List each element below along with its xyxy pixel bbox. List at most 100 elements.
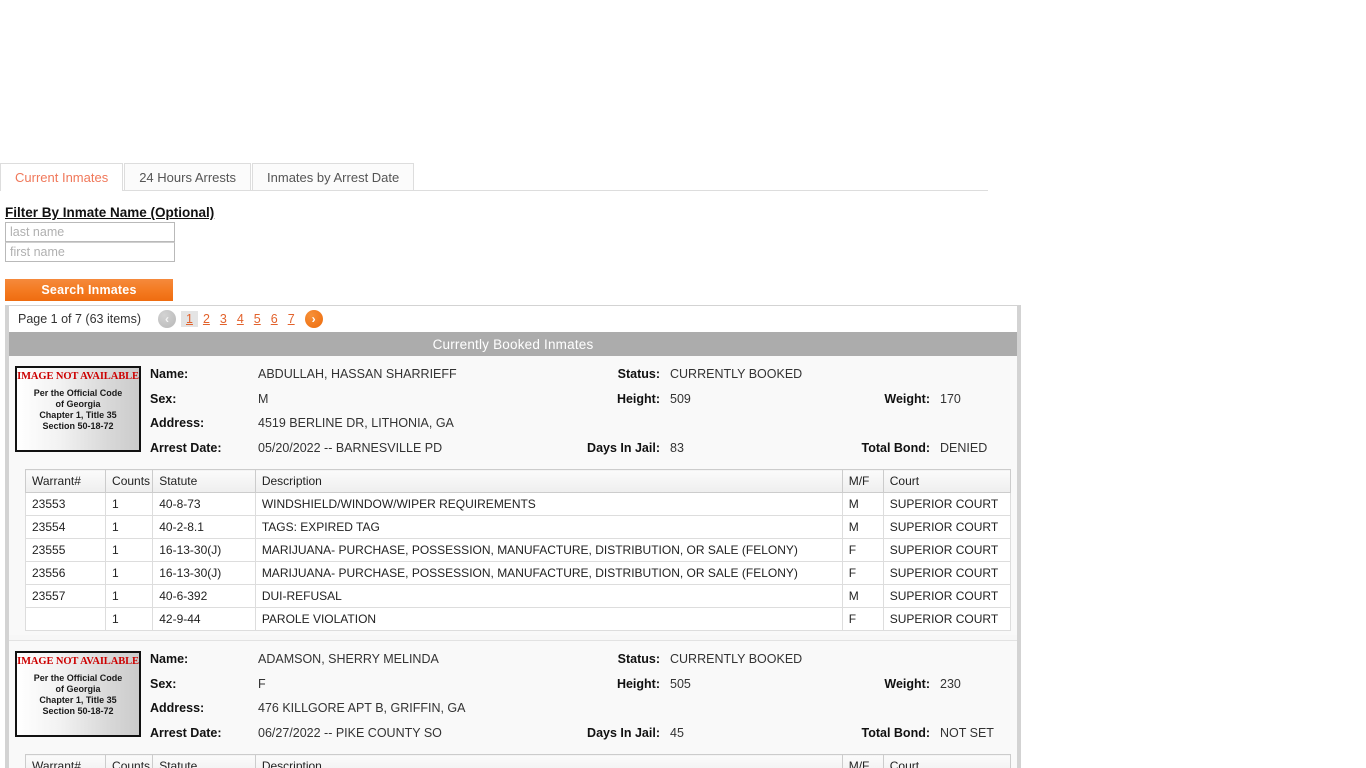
cell-warrant: 23554 <box>24 515 107 539</box>
total-bond-value: DENIED <box>940 440 988 455</box>
cell-warrant: 23555 <box>24 538 107 562</box>
cell-description: WINDSHIELD/WINDOW/WIPER REQUIREMENTS <box>254 492 843 516</box>
note-line-1: Per the Official Code <box>33 388 123 398</box>
col-statute: Statute <box>152 754 256 768</box>
note-line-4: Section 50-18-72 <box>42 421 114 431</box>
cell-description: TAGS: EXPIRED TAG <box>254 515 843 539</box>
days-in-jail-label: Days In Jail: <box>587 440 660 455</box>
inmate-record: IMAGE NOT AVAILABLE Per the Official Cod… <box>9 640 1017 768</box>
tab-current-inmates[interactable]: Current Inmates <box>0 163 124 191</box>
cell-warrant: 23556 <box>24 561 107 585</box>
table-row: 23555 1 16-13-30(J) MARIJUANA- PURCHASE,… <box>24 538 1012 562</box>
height-label: Height: <box>616 676 660 691</box>
cell-statute: 40-2-8.1 <box>152 515 256 539</box>
page-link-1[interactable]: 1 <box>180 311 198 327</box>
chevron-left-icon[interactable]: ‹ <box>157 310 176 328</box>
total-bond-value: NOT SET <box>940 725 994 740</box>
tab-24-hours-arrests[interactable]: 24 Hours Arrests <box>124 163 252 190</box>
cell-mf: F <box>841 561 884 585</box>
weight-label: Weight: <box>884 676 930 691</box>
col-description: Description <box>254 469 843 493</box>
cell-description: MARIJUANA- PURCHASE, POSSESSION, MANUFAC… <box>254 561 843 585</box>
image-not-available-text: IMAGE NOT AVAILABLE <box>17 656 139 667</box>
chevron-right-icon[interactable]: › <box>304 310 323 328</box>
first-name-input[interactable] <box>5 242 175 262</box>
page-root: Current Inmates 24 Hours Arrests Inmates… <box>0 0 1366 768</box>
table-header-row: Warrant# Counts Statute Description M/F … <box>24 469 1012 493</box>
status-value: CURRENTLY BOOKED <box>670 652 803 667</box>
section-header: Currently Booked Inmates <box>9 332 1017 356</box>
inmate-photo-placeholder: IMAGE NOT AVAILABLE Per the Official Cod… <box>15 366 141 452</box>
photo-placeholder-note: Per the Official Code of Georgia Chapter… <box>17 673 139 717</box>
table-row: 23553 1 40-8-73 WINDSHIELD/WINDOW/WIPER … <box>24 492 1012 516</box>
table-row: 1 42-9-44 PAROLE VIOLATION F SUPERIOR CO… <box>24 607 1012 631</box>
cell-mf: M <box>841 515 884 539</box>
arrest-date-value: 05/20/2022 -- BARNESVILLE PD <box>258 440 443 455</box>
cell-description: MARIJUANA- PURCHASE, POSSESSION, MANUFAC… <box>254 538 843 562</box>
note-line-2: of Georgia <box>55 399 101 409</box>
cell-mf: F <box>841 538 884 562</box>
inmate-summary: IMAGE NOT AVAILABLE Per the Official Cod… <box>9 647 1017 745</box>
cell-court: SUPERIOR COURT <box>882 515 1012 539</box>
status-value: CURRENTLY BOOKED <box>670 367 803 382</box>
note-line-3: Chapter 1, Title 35 <box>39 695 117 705</box>
filter-heading: Filter By Inmate Name (Optional) <box>5 205 215 220</box>
sex-label: Sex: <box>150 391 177 406</box>
note-line-2: of Georgia <box>55 684 101 694</box>
field-row-sex: Sex: F Height: 505 Weight: 230 <box>150 672 1017 697</box>
tab-label: Current Inmates <box>15 170 109 185</box>
days-in-jail-value: 83 <box>670 440 684 455</box>
table-row: 23557 1 40-6-392 DUI-REFUSAL M SUPERIOR … <box>24 584 1012 608</box>
field-row-name: Name: ABDULLAH, HASSAN SHARRIEFF Status:… <box>150 362 1017 387</box>
page-link-5[interactable]: 5 <box>249 311 266 327</box>
cell-statute: 40-6-392 <box>152 584 256 608</box>
search-inmates-button[interactable]: Search Inmates <box>5 279 173 301</box>
days-in-jail-label: Days In Jail: <box>587 725 660 740</box>
height-value: 509 <box>670 391 691 406</box>
page-link-7[interactable]: 7 <box>283 311 300 327</box>
status-label: Status: <box>617 367 660 382</box>
photo-placeholder-note: Per the Official Code of Georgia Chapter… <box>17 388 139 432</box>
table-header-row: Warrant# Counts Statute Description M/F … <box>24 754 1012 768</box>
address-value: 476 KILLGORE APT B, GRIFFIN, GA <box>258 701 466 716</box>
name-value: ABDULLAH, HASSAN SHARRIEFF <box>258 367 457 382</box>
sex-value: F <box>258 676 266 691</box>
cell-court: SUPERIOR COURT <box>882 561 1012 585</box>
tab-inmates-by-arrest-date[interactable]: Inmates by Arrest Date <box>252 163 415 190</box>
page-link-2[interactable]: 2 <box>198 311 215 327</box>
field-row-arrest-date: Arrest Date: 05/20/2022 -- BARNESVILLE P… <box>150 436 1017 461</box>
cell-description: PAROLE VIOLATION <box>254 607 843 631</box>
sex-label: Sex: <box>150 676 177 691</box>
total-bond-label: Total Bond: <box>861 440 931 455</box>
cell-counts: 1 <box>105 561 154 585</box>
inmate-summary: IMAGE NOT AVAILABLE Per the Official Cod… <box>9 362 1017 460</box>
last-name-input[interactable] <box>5 222 175 242</box>
cell-warrant <box>24 607 107 631</box>
cell-court: SUPERIOR COURT <box>882 538 1012 562</box>
weight-value: 170 <box>940 391 961 406</box>
cell-description: DUI-REFUSAL <box>254 584 843 608</box>
cell-court: SUPERIOR COURT <box>882 607 1012 631</box>
note-line-3: Chapter 1, Title 35 <box>39 410 117 420</box>
status-label: Status: <box>617 652 660 667</box>
col-counts: Counts <box>105 469 154 493</box>
col-mf: M/F <box>841 469 884 493</box>
address-label: Address: <box>150 416 205 431</box>
image-not-available-text: IMAGE NOT AVAILABLE <box>17 371 139 382</box>
inmate-fields: Name: ADAMSON, SHERRY MELINDA Status: CU… <box>141 647 1017 745</box>
col-court: Court <box>882 469 1012 493</box>
sex-value: M <box>258 391 269 406</box>
cell-court: SUPERIOR COURT <box>882 492 1012 516</box>
inmate-fields: Name: ABDULLAH, HASSAN SHARRIEFF Status:… <box>141 362 1017 461</box>
warrants-table: Warrant# Counts Statute Description M/F … <box>24 469 1012 631</box>
total-bond-label: Total Bond: <box>861 725 931 740</box>
cell-statute: 40-8-73 <box>152 492 256 516</box>
page-link-6[interactable]: 6 <box>266 311 283 327</box>
col-court: Court <box>882 754 1012 768</box>
cell-statute: 16-13-30(J) <box>152 561 256 585</box>
page-link-3[interactable]: 3 <box>215 311 232 327</box>
page-link-4[interactable]: 4 <box>232 311 249 327</box>
col-warrant: Warrant# <box>24 469 107 493</box>
cell-statute: 42-9-44 <box>152 607 256 631</box>
arrest-date-value: 06/27/2022 -- PIKE COUNTY SO <box>258 725 442 740</box>
